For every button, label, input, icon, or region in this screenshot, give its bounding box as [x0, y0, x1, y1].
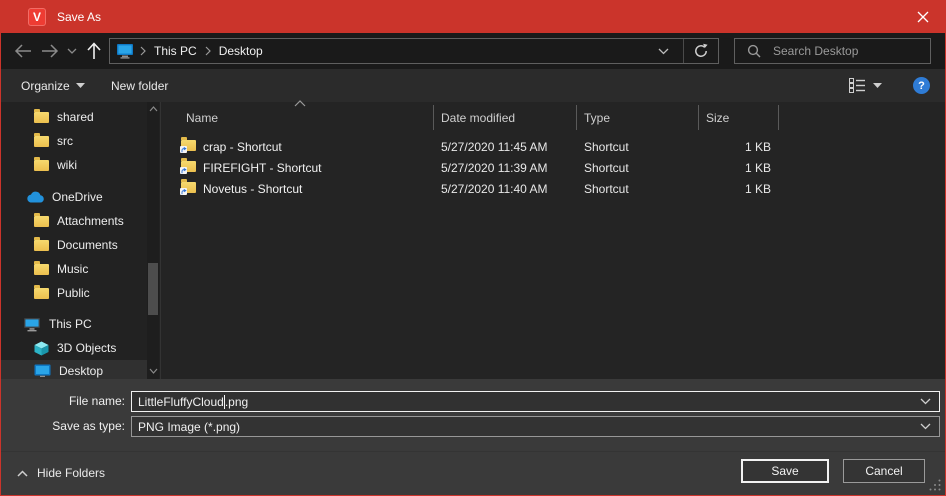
folder-shortcut-icon	[181, 182, 196, 193]
shortcut-overlay-icon	[180, 146, 187, 153]
column-header-name[interactable]: Name	[186, 107, 218, 129]
close-icon	[917, 11, 929, 23]
up-icon[interactable]	[86, 42, 102, 60]
close-button[interactable]	[901, 1, 945, 33]
window-title: Save As	[57, 1, 101, 33]
views-dropdown-chevron-icon[interactable]	[873, 83, 882, 88]
column-header-type[interactable]: Type	[584, 107, 610, 129]
sidebar-item-wiki[interactable]: wiki	[34, 154, 77, 176]
navigation-pane: shared src wiki OneDrive Attachments	[1, 102, 161, 379]
cancel-button[interactable]: Cancel	[843, 459, 925, 483]
search-input[interactable]: Search Desktop	[773, 44, 858, 58]
file-name-value: LittleFluffyCloud	[138, 395, 224, 409]
folder-icon	[34, 160, 49, 171]
resize-grip[interactable]	[928, 478, 942, 492]
save-button[interactable]: Save	[741, 459, 829, 483]
sidebar-item-onedrive[interactable]: OneDrive	[26, 186, 103, 208]
titlebar: V Save As	[1, 1, 945, 33]
shortcut-overlay-icon	[180, 188, 187, 195]
navigation-bar: This PC Desktop Search Desktop	[1, 33, 945, 69]
folder-shortcut-icon	[181, 161, 196, 172]
cube-3d-icon	[34, 341, 49, 356]
refresh-icon[interactable]	[693, 43, 709, 59]
file-row-firefight-shortcut[interactable]: FIREFIGHT - Shortcut 5/27/2020 11:39 AM …	[162, 158, 946, 179]
scroll-up-icon[interactable]	[148, 106, 158, 112]
command-toolbar: Organize New folder ?	[1, 69, 945, 102]
file-name-extension: .png	[225, 395, 248, 409]
this-pc-monitor-icon	[116, 43, 134, 59]
desktop-monitor-icon	[34, 364, 51, 378]
search-box[interactable]: Search Desktop	[734, 38, 931, 64]
organize-button[interactable]: Organize	[21, 69, 85, 102]
organize-label: Organize	[21, 79, 70, 93]
folder-icon	[34, 288, 49, 299]
shortcut-overlay-icon	[180, 167, 187, 174]
chevron-up-icon	[17, 470, 28, 477]
breadcrumb-chevron-icon	[205, 46, 211, 56]
sidebar-item-this-pc[interactable]: This PC	[23, 313, 92, 335]
organize-dropdown-chevron-icon	[76, 83, 85, 88]
save-as-type-value: PNG Image (*.png)	[138, 420, 240, 434]
vivaldi-app-icon: V	[28, 8, 46, 26]
folder-icon	[34, 264, 49, 275]
sidebar-item-3d-objects[interactable]: 3D Objects	[34, 337, 116, 359]
back-icon[interactable]	[14, 44, 32, 58]
save-as-type-dropdown-chevron-icon[interactable]	[920, 423, 931, 430]
sidebar-scrollbar[interactable]	[147, 102, 159, 379]
address-bar[interactable]: This PC Desktop	[109, 38, 719, 64]
folder-icon	[34, 216, 49, 227]
save-as-type-select[interactable]: PNG Image (*.png)	[131, 416, 940, 437]
sort-ascending-icon	[294, 100, 306, 107]
breadcrumb-chevron-icon	[140, 46, 146, 56]
forward-icon[interactable]	[41, 44, 59, 58]
sidebar-item-attachments[interactable]: Attachments	[34, 210, 124, 232]
new-folder-button[interactable]: New folder	[111, 69, 168, 102]
onedrive-cloud-icon	[26, 191, 44, 203]
search-icon	[747, 44, 761, 58]
folder-icon	[34, 112, 49, 123]
file-row-novetus-shortcut[interactable]: Novetus - Shortcut 5/27/2020 11:40 AM Sh…	[162, 179, 946, 200]
breadcrumb-this-pc[interactable]: This PC	[152, 44, 199, 58]
main-area: shared src wiki OneDrive Attachments	[1, 102, 945, 379]
sidebar-item-shared[interactable]: shared	[34, 106, 94, 128]
scroll-down-icon[interactable]	[148, 368, 158, 374]
file-name-dropdown-chevron-icon[interactable]	[920, 398, 931, 405]
new-folder-label: New folder	[111, 79, 168, 93]
sidebar-item-src[interactable]: src	[34, 130, 73, 152]
hide-folders-button[interactable]: Hide Folders	[17, 463, 105, 483]
folder-icon	[34, 136, 49, 147]
column-separator[interactable]	[576, 105, 577, 130]
sidebar-item-public[interactable]: Public	[34, 282, 90, 304]
column-header-date-modified[interactable]: Date modified	[441, 107, 515, 129]
file-fields-panel: File name: LittleFluffyCloud.png Save as…	[1, 379, 945, 451]
file-row-crap-shortcut[interactable]: crap - Shortcut 5/27/2020 11:45 AM Short…	[162, 137, 946, 158]
column-header-size[interactable]: Size	[706, 107, 729, 129]
computer-icon	[23, 317, 41, 332]
file-name-label: File name:	[1, 391, 125, 412]
column-separator[interactable]	[433, 105, 434, 130]
file-name-input[interactable]: LittleFluffyCloud.png	[131, 391, 940, 412]
breadcrumb-desktop[interactable]: Desktop	[217, 44, 265, 58]
address-bar-divider	[683, 39, 684, 63]
sidebar-item-music[interactable]: Music	[34, 258, 88, 280]
save-as-type-label: Save as type:	[1, 416, 125, 437]
address-dropdown-chevron-icon[interactable]	[658, 48, 669, 55]
help-button[interactable]: ?	[913, 77, 930, 94]
help-icon: ?	[918, 80, 925, 92]
column-separator[interactable]	[698, 105, 699, 130]
folder-icon	[34, 240, 49, 251]
file-list: Name Date modified Type Size crap - Shor…	[162, 102, 946, 379]
column-separator[interactable]	[778, 105, 779, 130]
views-details-icon[interactable]	[849, 78, 865, 93]
dialog-footer: Hide Folders Save Cancel	[1, 451, 945, 496]
save-as-dialog: V Save As	[0, 0, 946, 496]
recent-locations-chevron-icon[interactable]	[67, 48, 77, 54]
scrollbar-thumb[interactable]	[148, 263, 158, 315]
sidebar-item-documents[interactable]: Documents	[34, 234, 118, 256]
folder-shortcut-icon	[181, 140, 196, 151]
